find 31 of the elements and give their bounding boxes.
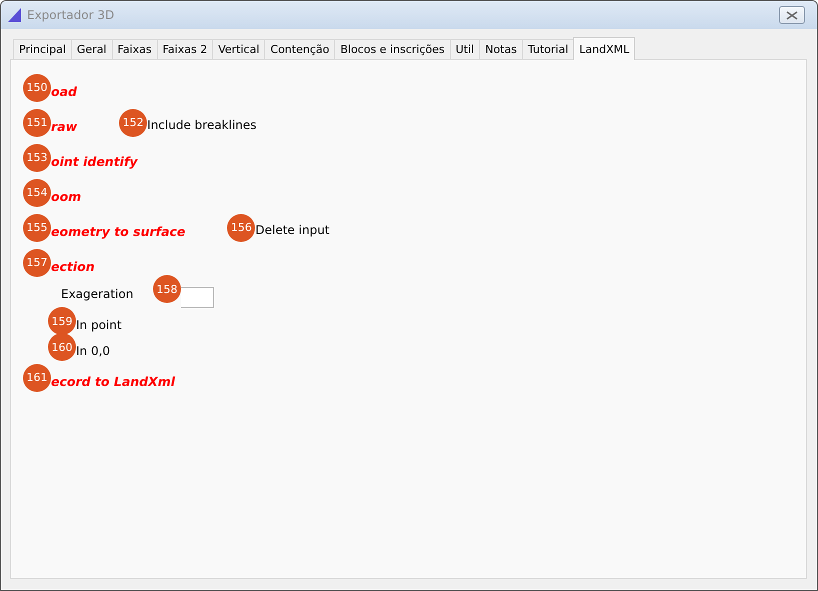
number-badge: 157 — [23, 248, 51, 276]
radio-label: In point — [76, 318, 122, 332]
action-link[interactable]: oad — [51, 84, 77, 99]
number-badge: 153 — [23, 144, 51, 172]
input-field[interactable] — [181, 286, 214, 308]
number-badge: 150 — [23, 74, 51, 102]
field-label: Exageration — [61, 287, 134, 301]
tab[interactable]: Principal — [13, 39, 72, 59]
action-link[interactable]: raw — [51, 119, 78, 134]
close-icon — [786, 10, 798, 20]
checkbox-label: Delete input — [255, 222, 330, 236]
number-badge: 160 — [48, 333, 76, 361]
close-button[interactable] — [779, 6, 805, 24]
window-title: Exportador 3D — [27, 8, 116, 22]
number-badge: 159 — [48, 307, 76, 335]
action-link[interactable]: oint identify — [51, 154, 138, 169]
action-link[interactable]: ecord to LandXml — [51, 374, 176, 389]
number-badge: 156 — [227, 214, 256, 242]
number-badge: 151 — [23, 108, 51, 136]
radio-label: In 0,0 — [76, 344, 110, 358]
number-badge: 152 — [119, 108, 148, 136]
action-link[interactable]: eometry to surface — [51, 224, 186, 239]
number-badge: 161 — [23, 364, 51, 392]
number-badge: 155 — [23, 214, 51, 242]
action-link[interactable]: oom — [51, 189, 82, 204]
number-badge: 158 — [153, 275, 181, 303]
tab[interactable]: LandXML — [573, 37, 636, 60]
number-badge: 154 — [23, 178, 51, 206]
action-link[interactable]: ection — [51, 259, 95, 274]
checkbox-label: Include breaklines — [147, 118, 257, 132]
triangle-icon — [7, 7, 23, 23]
